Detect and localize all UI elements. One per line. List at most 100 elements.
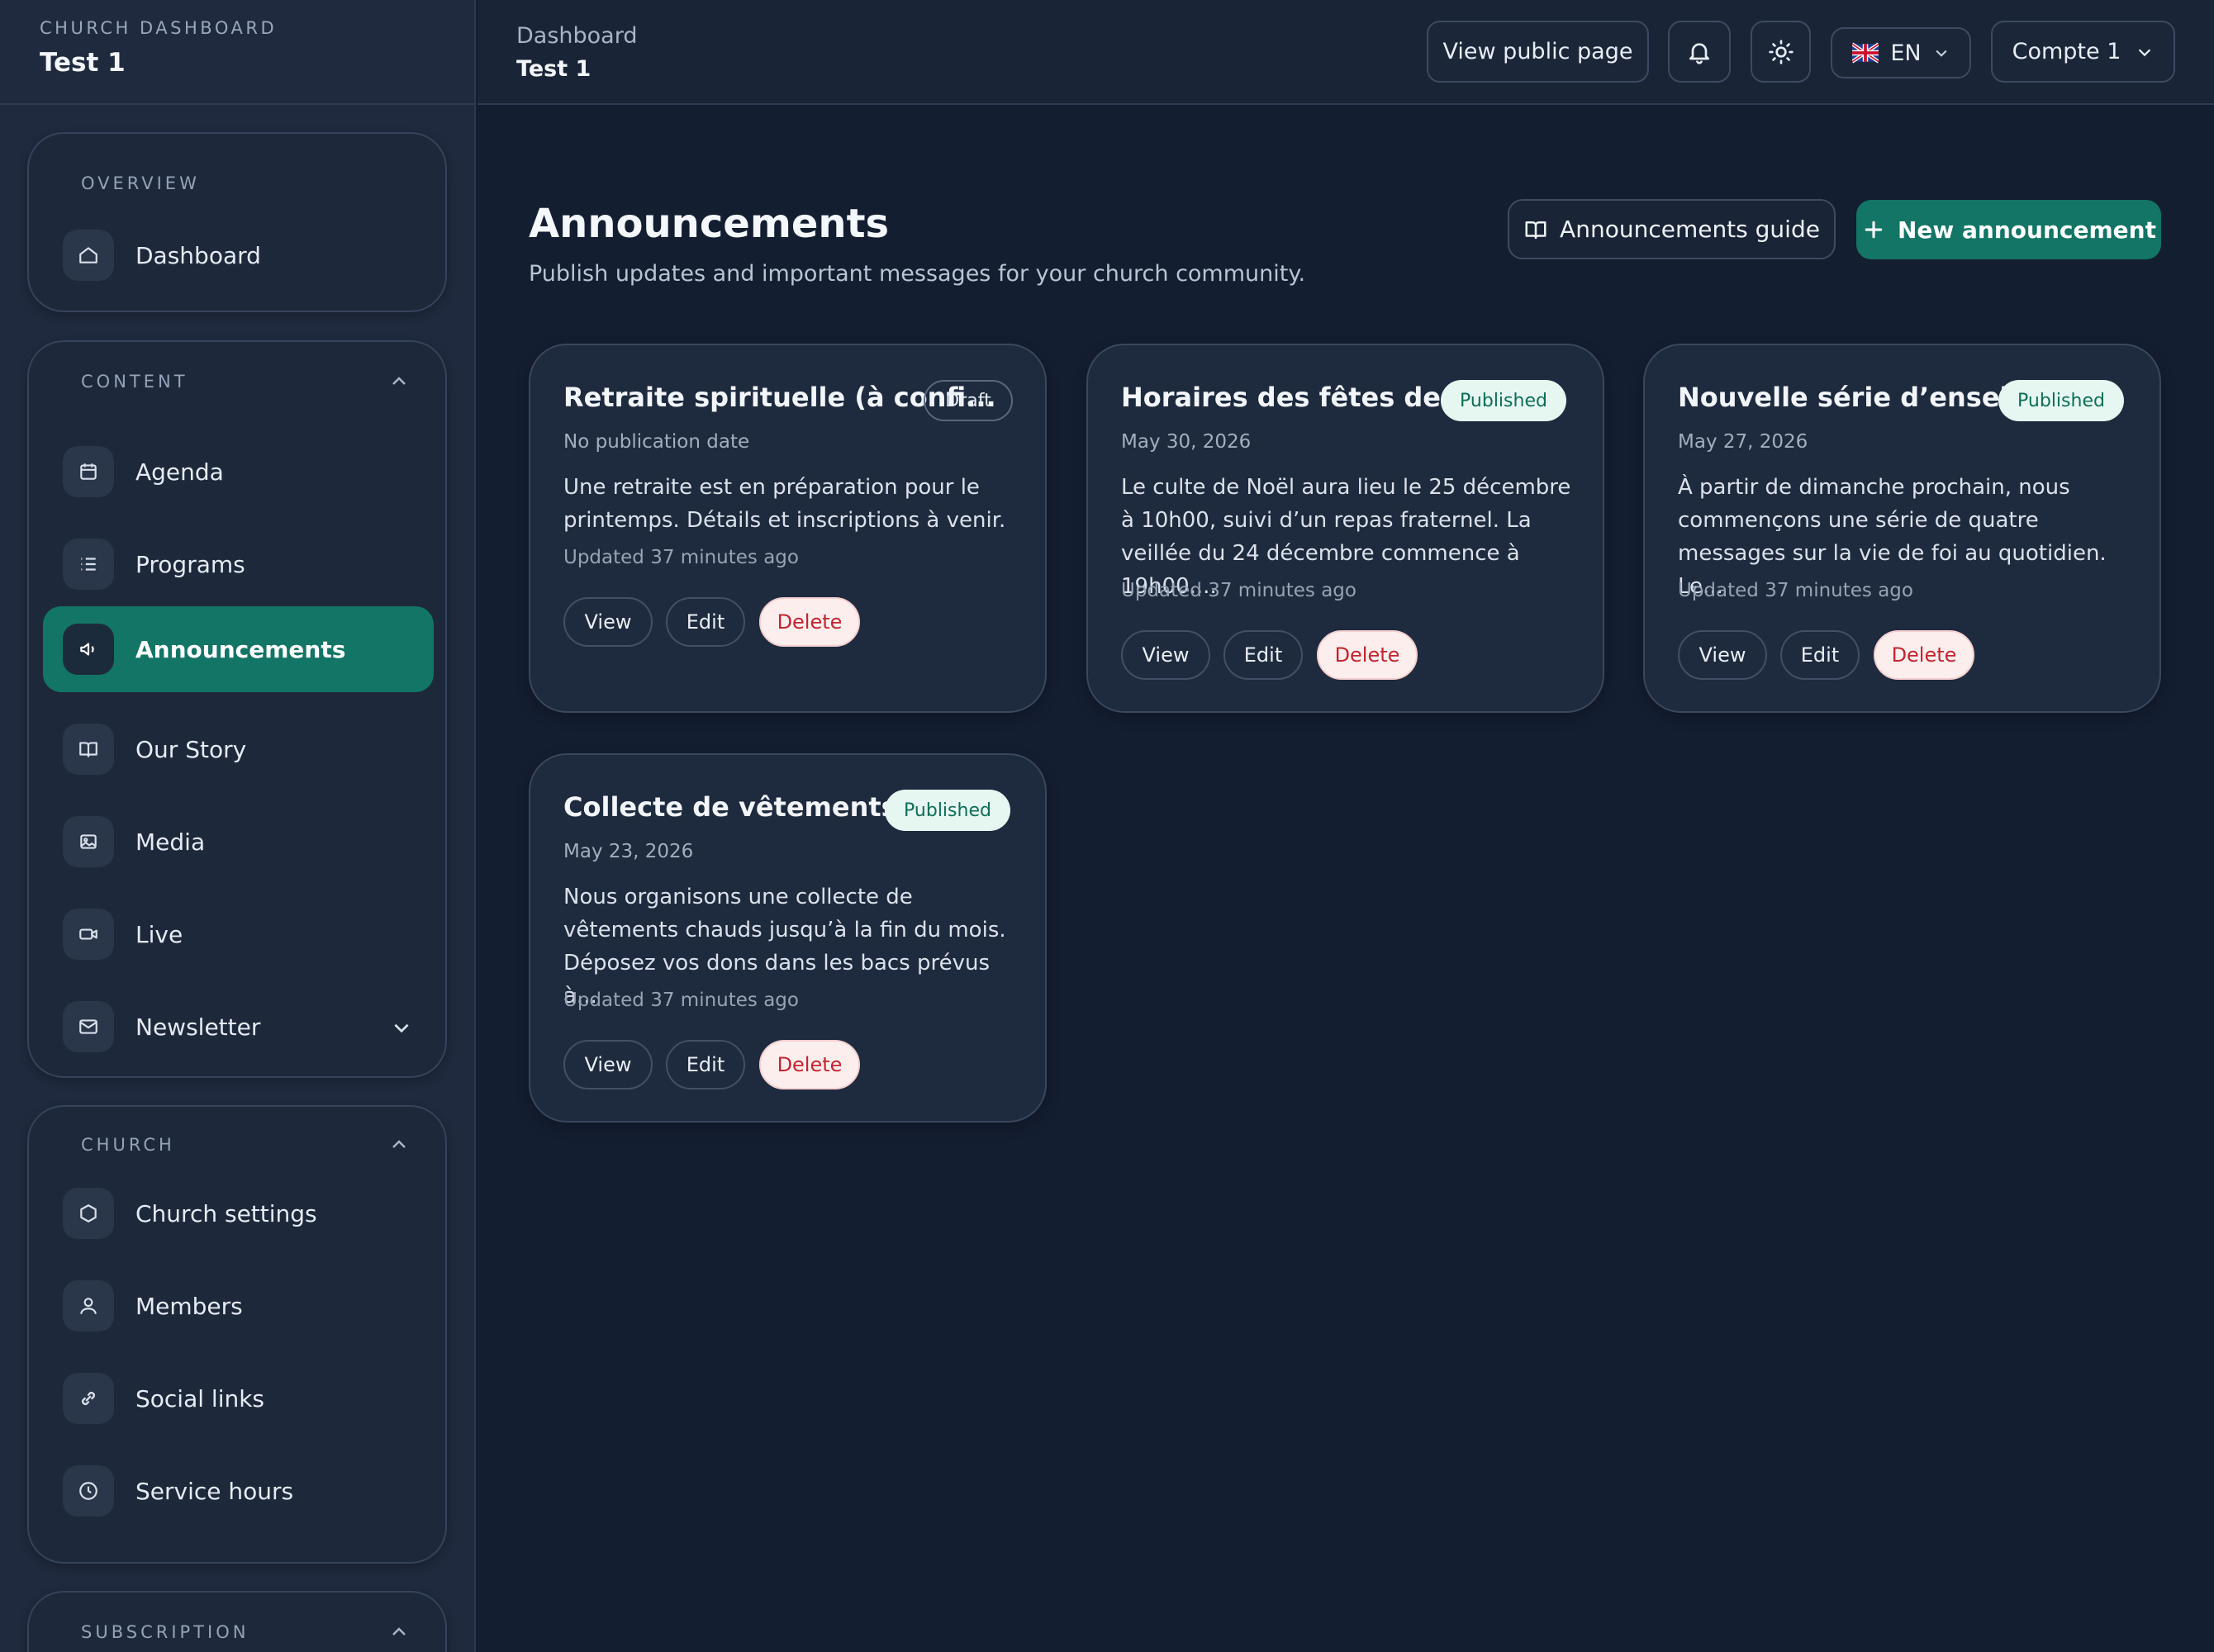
sidebar-item-announcements[interactable]: Announcements xyxy=(43,606,434,692)
sidebar-item-label: Members xyxy=(135,1292,243,1320)
account-menu-button[interactable]: Compte 1 xyxy=(1991,21,2175,83)
view-button[interactable]: View xyxy=(563,1040,653,1089)
book-open-icon xyxy=(63,724,114,775)
bell-icon xyxy=(1689,42,1709,64)
video-icon xyxy=(63,909,114,960)
view-button[interactable]: View xyxy=(1678,630,1767,680)
sun-icon xyxy=(1768,39,1794,64)
section-label-overview: OVERVIEW xyxy=(81,173,200,193)
megaphone-icon xyxy=(63,624,114,675)
chevron-down-icon xyxy=(2139,48,2151,56)
sidebar-item-members[interactable]: Members xyxy=(43,1263,434,1349)
sidebar-item-label: Programs xyxy=(135,550,245,578)
sidebar-item-label: Live xyxy=(135,920,183,948)
book-open-icon xyxy=(1525,221,1546,239)
home-icon xyxy=(63,230,114,281)
account-label: Compte 1 xyxy=(2012,39,2121,64)
edit-button[interactable]: Edit xyxy=(1223,630,1303,680)
sidebar-item-label: Social links xyxy=(135,1384,265,1412)
announcement-card: Collecte de vêtements ... Published May … xyxy=(529,753,1047,1123)
sidebar-section-content: CONTENT Agenda Programs Announcements Ou… xyxy=(27,340,447,1078)
announcement-date: May 27, 2026 xyxy=(1678,431,1808,453)
sidebar-item-programs[interactable]: Programs xyxy=(43,521,434,607)
section-label-subscription: SUBSCRIPTION xyxy=(81,1622,249,1642)
breadcrumb-current: Test 1 xyxy=(516,56,592,82)
view-button[interactable]: View xyxy=(563,597,653,647)
uk-flag-icon xyxy=(1852,42,1879,64)
sidebar-kicker: CHURCH DASHBOARD xyxy=(40,18,278,38)
announcement-card: Retraite spirituelle (à confi... Draft N… xyxy=(529,344,1047,713)
announcement-updated: Updated 37 minutes ago xyxy=(1678,580,1913,601)
chevron-up-icon[interactable] xyxy=(389,372,409,392)
chevron-down-icon[interactable] xyxy=(391,1017,412,1038)
sidebar-item-label: Dashboard xyxy=(135,241,261,269)
edit-button[interactable]: Edit xyxy=(666,597,745,647)
status-badge: Draft xyxy=(924,380,1013,421)
sidebar-item-label: Agenda xyxy=(135,458,224,486)
delete-button[interactable]: Delete xyxy=(759,597,860,647)
sidebar: CHURCH DASHBOARD Test 1 OVERVIEW Dashboa… xyxy=(0,0,476,1652)
language-selector[interactable]: EN xyxy=(1831,27,1971,78)
plus-icon xyxy=(1865,221,1883,239)
page-title: Announcements xyxy=(529,201,890,247)
chevron-up-icon[interactable] xyxy=(389,1135,409,1155)
status-badge: Published xyxy=(1441,380,1566,421)
sidebar-item-church-settings[interactable]: Church settings xyxy=(43,1170,434,1256)
sidebar-item-label: Media xyxy=(135,828,206,856)
delete-button[interactable]: Delete xyxy=(759,1040,860,1089)
sidebar-church-name: Test 1 xyxy=(40,48,126,78)
announcement-date: May 30, 2026 xyxy=(1121,431,1252,453)
mail-icon xyxy=(63,1001,114,1052)
sidebar-item-social-links[interactable]: Social links xyxy=(43,1355,434,1441)
sidebar-item-label: Our Story xyxy=(135,735,247,763)
sidebar-item-service-hours[interactable]: Service hours xyxy=(43,1448,434,1534)
chevron-up-icon[interactable] xyxy=(389,1622,409,1642)
announcement-excerpt: Une retraite est en préparation pour le … xyxy=(563,475,1006,533)
view-button[interactable]: View xyxy=(1121,630,1210,680)
status-badge: Published xyxy=(885,790,1010,831)
chevron-down-icon xyxy=(1936,50,1947,57)
view-public-page-button[interactable]: View public page xyxy=(1427,21,1649,83)
announcement-card: Nouvelle série d’enseig... Published May… xyxy=(1643,344,2161,713)
announcement-updated: Updated 37 minutes ago xyxy=(563,990,799,1011)
announcement-updated: Updated 37 minutes ago xyxy=(563,547,799,568)
edit-button[interactable]: Edit xyxy=(666,1040,745,1089)
sidebar-item-agenda[interactable]: Agenda xyxy=(43,429,434,515)
theme-toggle-button[interactable] xyxy=(1751,21,1811,83)
link-icon xyxy=(63,1373,114,1424)
section-label-church: CHURCH xyxy=(81,1135,175,1155)
delete-button[interactable]: Delete xyxy=(1317,630,1418,680)
status-badge: Published xyxy=(1998,380,2124,421)
announcement-title: Horaires des fêtes de ... xyxy=(1121,382,1480,413)
sidebar-item-media[interactable]: Media xyxy=(43,799,434,885)
page-subtitle: Publish updates and important messages f… xyxy=(529,261,1306,287)
new-announcement-button[interactable]: New announcement xyxy=(1856,200,2161,259)
sidebar-item-label: Announcements xyxy=(135,635,346,663)
breadcrumb[interactable]: Dashboard xyxy=(516,23,637,49)
sidebar-item-label: Church settings xyxy=(135,1199,317,1227)
sidebar-section-overview: OVERVIEW Dashboard xyxy=(27,132,447,312)
sidebar-item-newsletter[interactable]: Newsletter xyxy=(43,984,434,1070)
new-announcement-label: New announcement xyxy=(1898,216,2156,244)
sidebar-item-live[interactable]: Live xyxy=(43,891,434,977)
sidebar-item-dashboard[interactable]: Dashboard xyxy=(43,212,434,298)
sidebar-item-our-story[interactable]: Our Story xyxy=(43,706,434,792)
sidebar-item-label: Service hours xyxy=(135,1477,294,1505)
notifications-button[interactable] xyxy=(1668,21,1731,83)
announcement-updated: Updated 37 minutes ago xyxy=(1121,580,1356,601)
edit-button[interactable]: Edit xyxy=(1780,630,1860,680)
announcement-card: Horaires des fêtes de ... Published May … xyxy=(1086,344,1604,713)
announcements-guide-button[interactable]: Announcements guide xyxy=(1508,199,1836,259)
section-label-content: CONTENT xyxy=(81,372,188,392)
sidebar-section-church: CHURCH Church settings Members Social li… xyxy=(27,1105,447,1564)
announcement-date: No publication date xyxy=(563,431,750,453)
top-bar: Dashboard Test 1 View public page EN Com… xyxy=(477,0,2214,105)
delete-button[interactable]: Delete xyxy=(1874,630,1974,680)
list-icon xyxy=(63,539,114,590)
sidebar-header: CHURCH DASHBOARD Test 1 xyxy=(0,0,474,105)
hexagon-icon xyxy=(63,1188,114,1239)
sidebar-section-subscription: SUBSCRIPTION xyxy=(27,1591,447,1652)
announcement-date: May 23, 2026 xyxy=(563,841,694,862)
guide-label: Announcements guide xyxy=(1560,216,1820,243)
user-icon xyxy=(63,1280,114,1332)
